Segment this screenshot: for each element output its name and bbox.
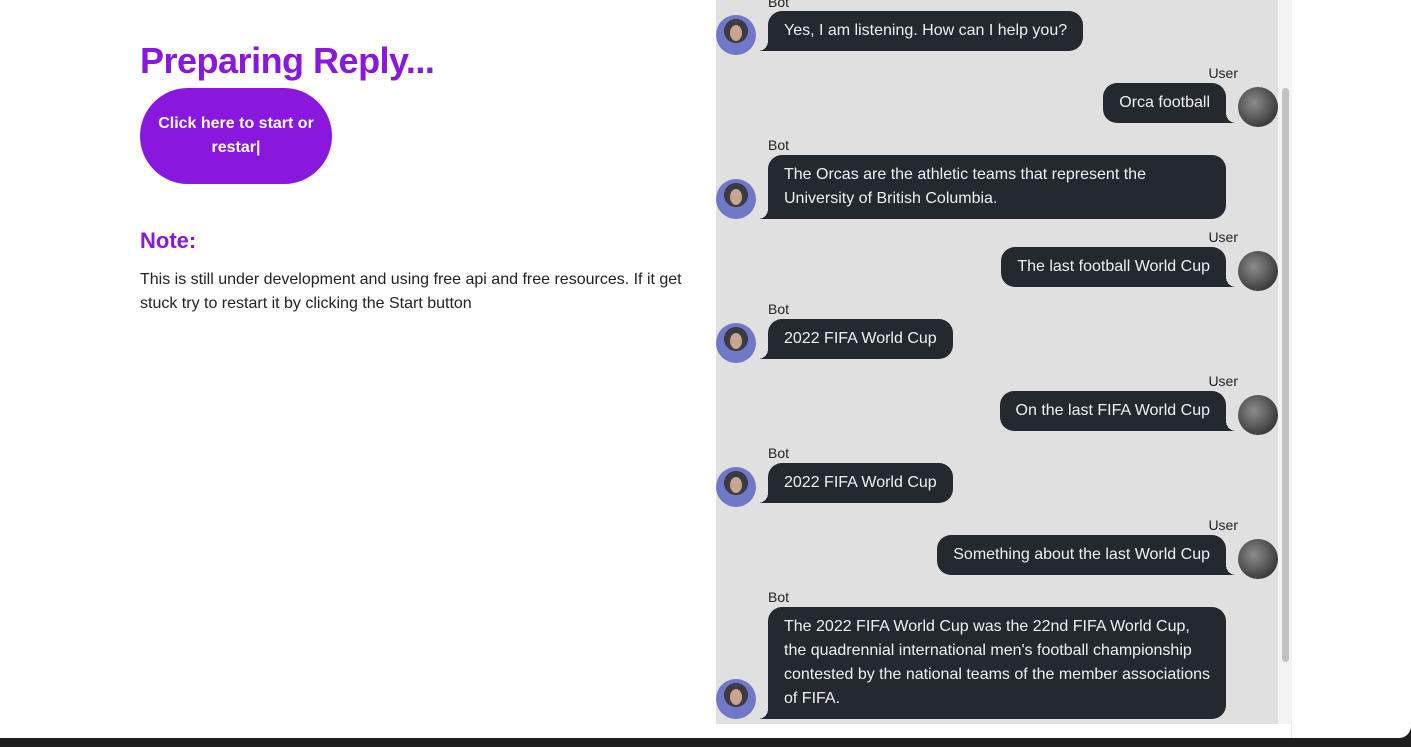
bot-avatar: [716, 323, 756, 363]
sender-label: Bot: [768, 0, 790, 10]
user-message: Something about the last World Cup: [937, 535, 1236, 575]
user-avatar: [1238, 87, 1278, 127]
note-heading: Note:: [140, 228, 197, 253]
bot-message: 2022 FIFA World Cup: [758, 319, 953, 359]
sender-label: User: [1208, 517, 1238, 533]
bot-avatar: [716, 15, 756, 55]
bot-avatar: [716, 679, 756, 719]
sender-label: Bot: [768, 301, 790, 317]
bot-message: The 2022 FIFA World Cup was the 22nd FIF…: [758, 607, 1226, 719]
bot-avatar: [716, 467, 756, 507]
user-avatar: [1238, 539, 1278, 579]
chat-panel: Bot Yes, I am listening. How can I help …: [716, 0, 1292, 738]
sender-label: User: [1208, 373, 1238, 389]
bot-message: 2022 FIFA World Cup: [758, 463, 953, 503]
bot-message: Yes, I am listening. How can I help you?: [757, 11, 1084, 51]
user-message: The last football World Cup: [1001, 247, 1236, 287]
sender-label: Bot: [768, 589, 790, 605]
chat-scrollbar-thumb[interactable]: [1282, 88, 1289, 662]
user-avatar: [1238, 251, 1278, 291]
sender-label: User: [1208, 65, 1238, 81]
user-message: Orca football: [1103, 83, 1236, 123]
sender-label: User: [1208, 229, 1238, 245]
chat-history[interactable]: Bot Yes, I am listening. How can I help …: [716, 0, 1278, 724]
user-avatar: [1238, 395, 1278, 435]
user-message: On the last FIFA World Cup: [999, 391, 1237, 431]
sender-label: Bot: [768, 137, 790, 153]
bot-message: The Orcas are the athletic teams that re…: [758, 155, 1226, 219]
page-title: Preparing Reply...: [140, 40, 435, 81]
note-text: This is still under development and usin…: [140, 271, 682, 312]
page: Preparing Reply... Click here to start o…: [0, 0, 1411, 738]
sender-label: Bot: [768, 445, 790, 461]
start-button[interactable]: Click here to start or restar|: [140, 88, 332, 184]
bot-avatar: [716, 179, 756, 219]
